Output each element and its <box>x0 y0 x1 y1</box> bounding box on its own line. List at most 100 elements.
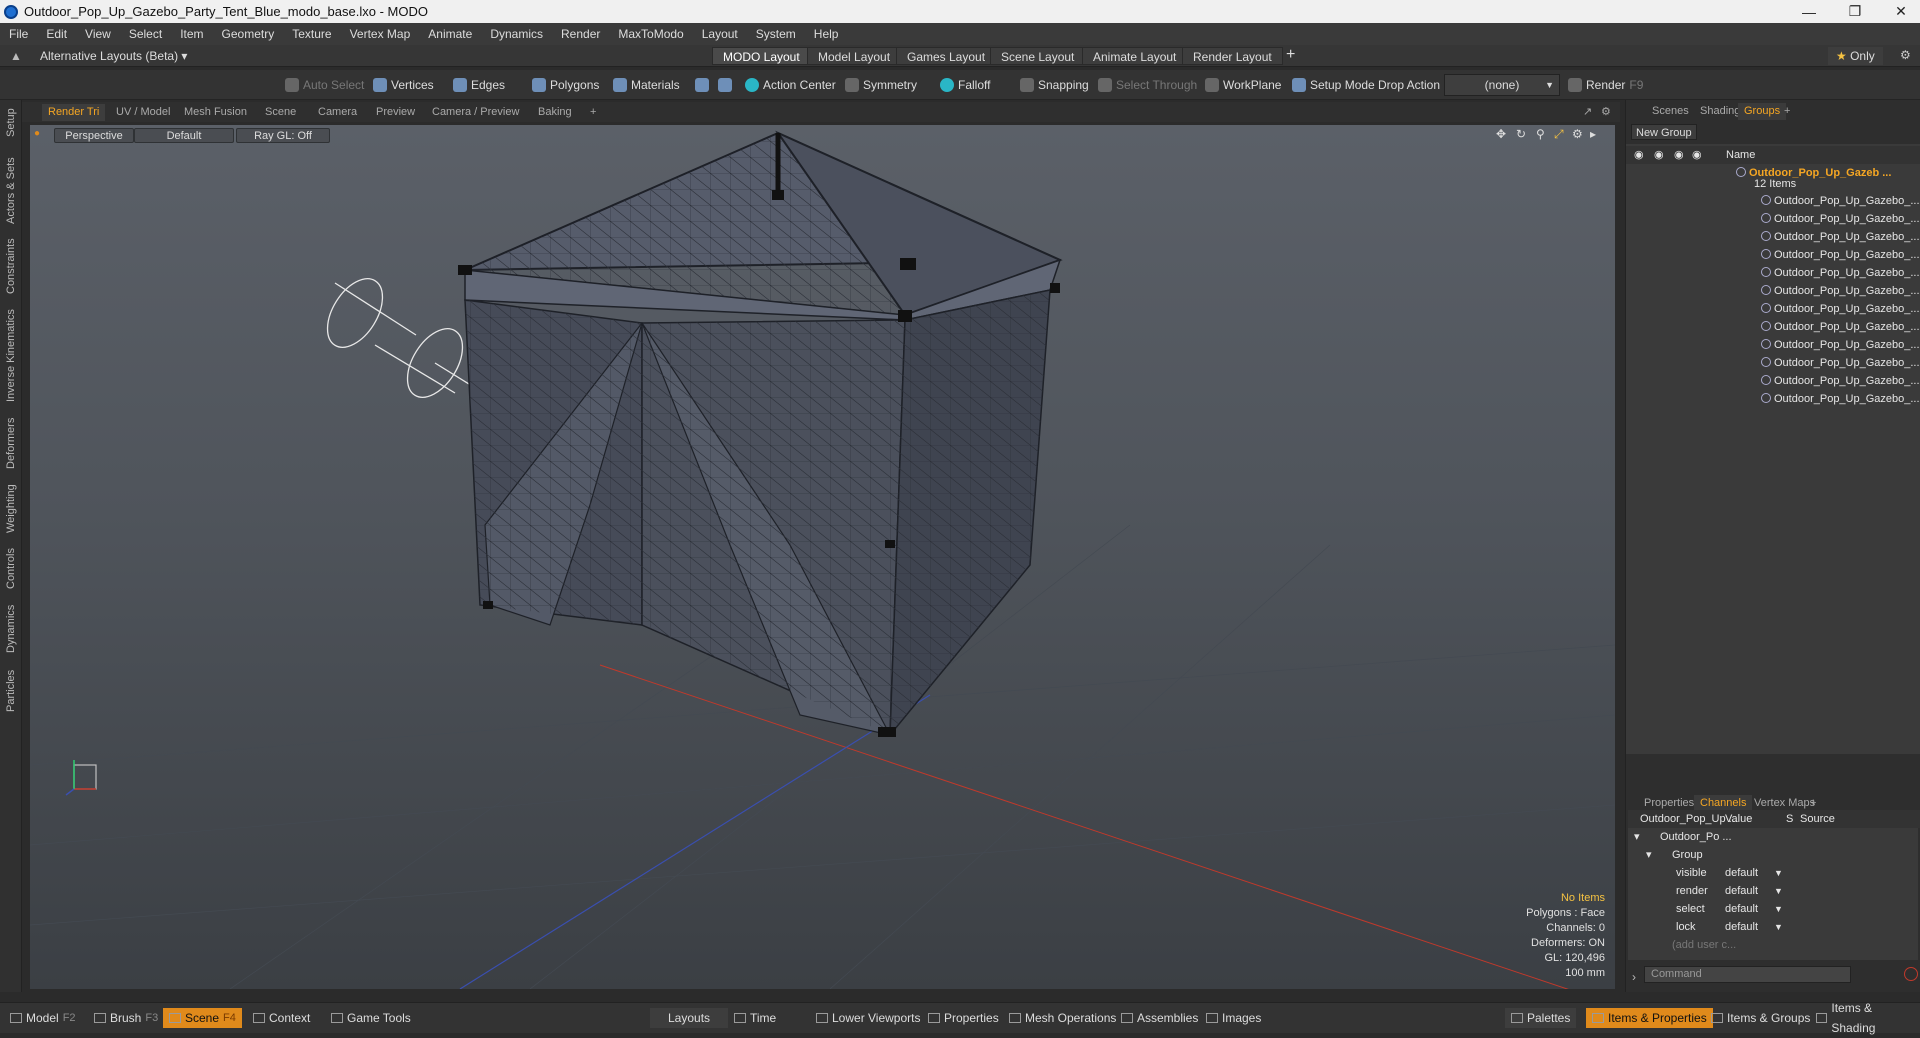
menu-geometry[interactable]: Geometry <box>213 27 284 41</box>
new-group-button[interactable]: New Group <box>1631 124 1697 140</box>
alternative-layouts-dropdown[interactable]: Alternative Layouts (Beta) ▾ <box>40 49 187 63</box>
properties-button[interactable]: Properties <box>922 1008 1005 1028</box>
items-groups-button[interactable]: Items & Groups <box>1705 1008 1816 1028</box>
images-button[interactable]: Images <box>1200 1008 1267 1028</box>
channel-row-render[interactable]: render default ▼ <box>1628 882 1920 900</box>
minimize-button[interactable]: — <box>1786 0 1832 23</box>
add-panel-tab-icon[interactable]: + <box>1778 103 1796 120</box>
menu-render[interactable]: Render <box>552 27 609 41</box>
tab-uv-model[interactable]: UV / Model <box>110 104 176 121</box>
group-item-row[interactable]: Outdoor_Pop_Up_Gazebo_... <box>1626 228 1920 246</box>
menu-layout[interactable]: Layout <box>693 27 747 41</box>
action-center-button[interactable]: Action Center <box>745 74 836 96</box>
restore-button[interactable]: ❐ <box>1832 0 1878 23</box>
group-item-row[interactable]: Outdoor_Pop_Up_Gazebo_... <box>1626 336 1920 354</box>
menu-select[interactable]: Select <box>120 27 171 41</box>
group-item-row[interactable]: Outdoor_Pop_Up_Gazebo_... <box>1626 300 1920 318</box>
workplane-button[interactable]: WorkPlane <box>1205 74 1281 96</box>
menu-maxtomodo[interactable]: MaxToModo <box>609 27 692 41</box>
channel-group-row[interactable]: ▾ Group <box>1628 846 1920 864</box>
menu-edit[interactable]: Edit <box>37 27 76 41</box>
command-input[interactable]: Command <box>1644 966 1851 983</box>
add-user-channel[interactable]: (add user c... <box>1628 936 1920 954</box>
vtab-inverse-kinematics[interactable]: Inverse Kinematics <box>3 306 19 406</box>
tab-modo-layout[interactable]: MODO Layout <box>712 47 811 65</box>
tab-animate-layout[interactable]: Animate Layout <box>1082 47 1188 65</box>
group-item-row[interactable]: Outdoor_Pop_Up_Gazebo_... <box>1626 354 1920 372</box>
setup-mode-button[interactable]: Setup Mode <box>1292 74 1375 96</box>
group-item-row[interactable]: Outdoor_Pop_Up_Gazebo_... <box>1626 318 1920 336</box>
tab-model-layout[interactable]: Model Layout <box>807 47 902 65</box>
vtab-particles[interactable]: Particles <box>3 666 19 716</box>
record-icon[interactable] <box>1904 967 1918 981</box>
vtab-setup[interactable]: Setup <box>3 108 19 138</box>
menu-animate[interactable]: Animate <box>419 27 481 41</box>
items-shading-button[interactable]: Items & Shading <box>1810 1001 1920 1035</box>
snapping-button[interactable]: Snapping <box>1020 74 1089 96</box>
only-toggle[interactable]: ★ Only <box>1828 47 1883 65</box>
channel-root-row[interactable]: ▾ Outdoor_Po ... <box>1628 828 1920 846</box>
vertices-button[interactable]: Vertices <box>373 74 434 96</box>
gear-icon[interactable]: ⚙ <box>1900 48 1911 62</box>
model-button[interactable]: Model F2 <box>4 1008 82 1028</box>
group-item-row[interactable]: Outdoor_Pop_Up_Gazebo_... <box>1626 282 1920 300</box>
symmetry-button[interactable]: Symmetry <box>845 74 917 96</box>
select-mode-icon-1[interactable] <box>695 74 709 96</box>
falloff-button[interactable]: Falloff <box>940 74 990 96</box>
group-item-row[interactable]: Outdoor_Pop_Up_Gazebo_... <box>1626 264 1920 282</box>
tab-baking[interactable]: Baking <box>532 104 578 121</box>
tab-mesh-fusion[interactable]: Mesh Fusion <box>178 104 253 121</box>
vtab-dynamics[interactable]: Dynamics <box>3 601 19 656</box>
tab-camera[interactable]: Camera <box>312 104 363 121</box>
tab-render-layout[interactable]: Render Layout <box>1182 47 1283 65</box>
drop-action-select[interactable]: (none) ▼ <box>1444 74 1560 96</box>
tab-scene[interactable]: Scene <box>259 104 302 121</box>
select-mode-icon-2[interactable] <box>718 74 732 96</box>
materials-button[interactable]: Materials <box>613 74 680 96</box>
render-button[interactable]: Render F9 <box>1568 74 1643 96</box>
vtab-weighting[interactable]: Weighting <box>3 481 19 536</box>
group-item-row[interactable]: Outdoor_Pop_Up_Gazebo_... <box>1626 210 1920 228</box>
group-item-row[interactable]: Outdoor_Pop_Up_Gazebo_... <box>1626 246 1920 264</box>
group-item-row[interactable]: Outdoor_Pop_Up_Gazebo_... <box>1626 390 1920 408</box>
menu-system[interactable]: System <box>747 27 805 41</box>
vtab-controls[interactable]: Controls <box>3 546 19 591</box>
close-button[interactable]: ✕ <box>1878 0 1920 23</box>
assemblies-button[interactable]: Assemblies <box>1115 1008 1204 1028</box>
brush-button[interactable]: Brush F3 <box>88 1008 164 1028</box>
add-layout-icon[interactable]: + <box>1286 46 1295 64</box>
items-properties-button[interactable]: Items & Properties <box>1586 1008 1713 1028</box>
tab-games-layout[interactable]: Games Layout <box>896 47 997 65</box>
select-through-button[interactable]: Select Through <box>1098 74 1197 96</box>
menu-vertex-map[interactable]: Vertex Map <box>341 27 420 41</box>
time-button[interactable]: Time <box>728 1008 782 1028</box>
auto-select-button[interactable]: Auto Select <box>285 74 364 96</box>
tab-scenes[interactable]: Scenes <box>1646 103 1695 120</box>
group-root-row[interactable]: Outdoor_Pop_Up_Gazeb ... 12 Items <box>1626 166 1920 190</box>
lower-viewports-button[interactable]: Lower Viewports <box>810 1008 927 1028</box>
layouts-button[interactable]: Layouts <box>650 1008 729 1028</box>
menu-item[interactable]: Item <box>171 27 212 41</box>
vtab-deformers[interactable]: Deformers <box>3 416 19 471</box>
3d-viewport[interactable]: ● Perspective Default Ray GL: Off ✥ ↻ ⚲ … <box>30 125 1615 989</box>
menu-dynamics[interactable]: Dynamics <box>481 27 552 41</box>
context-button[interactable]: Context <box>247 1008 316 1028</box>
vtab-constraints[interactable]: Constraints <box>3 236 19 296</box>
viewport-gear-icon[interactable]: ⚙ <box>1595 104 1617 121</box>
palettes-button[interactable]: Palettes <box>1505 1008 1577 1028</box>
tab-camera-preview[interactable]: Camera / Preview <box>426 104 525 121</box>
channel-row-select[interactable]: select default ▼ <box>1628 900 1920 918</box>
menu-view[interactable]: View <box>76 27 120 41</box>
tab-render-tri[interactable]: Render Tri <box>42 104 106 121</box>
edges-button[interactable]: Edges <box>453 74 505 96</box>
menu-help[interactable]: Help <box>805 27 848 41</box>
tab-scene-layout[interactable]: Scene Layout <box>990 47 1086 65</box>
menu-file[interactable]: File <box>0 27 37 41</box>
channel-row-visible[interactable]: visible default ▼ <box>1628 864 1920 882</box>
scene-button[interactable]: Scene F4 <box>163 1008 242 1028</box>
game-tools-button[interactable]: Game Tools <box>325 1008 417 1028</box>
tab-preview[interactable]: Preview <box>370 104 421 121</box>
channel-row-lock[interactable]: lock default ▼ <box>1628 918 1920 936</box>
collapse-icon[interactable]: ▲ <box>10 49 22 63</box>
mesh-operations-button[interactable]: Mesh Operations <box>1003 1008 1122 1028</box>
